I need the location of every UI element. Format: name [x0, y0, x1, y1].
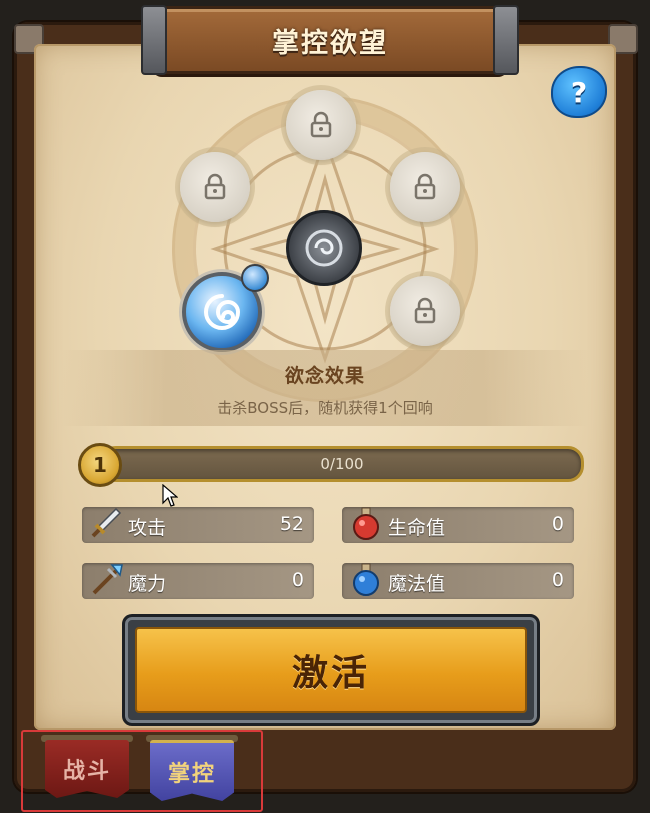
mouse-cursor-icon [162, 484, 178, 507]
title-plank: 掌控欲望 [141, 5, 519, 75]
help-button[interactable]: ? [551, 66, 607, 118]
stat-label: 攻击 [128, 517, 167, 539]
panel-title: 掌控欲望 [272, 27, 388, 59]
progress-bar: 0/100 1 [78, 443, 584, 487]
lock-icon [414, 173, 436, 200]
stat-label: 魔力 [128, 573, 167, 595]
locked-slot-top[interactable] [286, 90, 356, 160]
center-core[interactable] [286, 210, 362, 286]
lock-icon [414, 297, 436, 324]
stat-attack: 攻击 52 [82, 507, 314, 543]
lock-icon [310, 111, 332, 138]
stat-label: 生命值 [388, 517, 446, 539]
stat-value: 0 [291, 569, 304, 591]
sword-icon [91, 507, 122, 538]
stat-hp: 生命值 0 [342, 507, 574, 543]
stat-value: 52 [279, 513, 304, 535]
blue-potion-icon [353, 563, 379, 596]
activate-label: 激活 [135, 627, 527, 713]
magic-spear-icon [92, 564, 123, 595]
red-potion-icon [353, 507, 379, 540]
question-icon: ? [570, 75, 588, 109]
activate-button[interactable]: 激活 [122, 614, 540, 726]
stat-magic-power: 魔力 0 [82, 563, 314, 599]
progress-text: 0/100 [320, 455, 364, 473]
tab-highlight-box [21, 730, 263, 812]
small-blue-orb [241, 264, 269, 292]
stat-mp: 魔法值 0 [342, 563, 574, 599]
locked-slot-left[interactable] [180, 152, 250, 222]
stat-value: 0 [551, 513, 564, 535]
gear-swirl-icon [305, 229, 343, 267]
level-badge: 1 [78, 443, 122, 487]
locked-slot-bottom-right[interactable] [390, 276, 460, 346]
progress-track: 0/100 [100, 446, 584, 482]
stat-value: 0 [551, 569, 564, 591]
effect-description: 击杀BOSS后，随机获得1个回响 [217, 399, 433, 417]
stat-label: 魔法值 [388, 573, 446, 595]
lock-icon [204, 173, 226, 200]
locked-slot-right[interactable] [390, 152, 460, 222]
effect-title: 欲念效果 [284, 365, 365, 387]
